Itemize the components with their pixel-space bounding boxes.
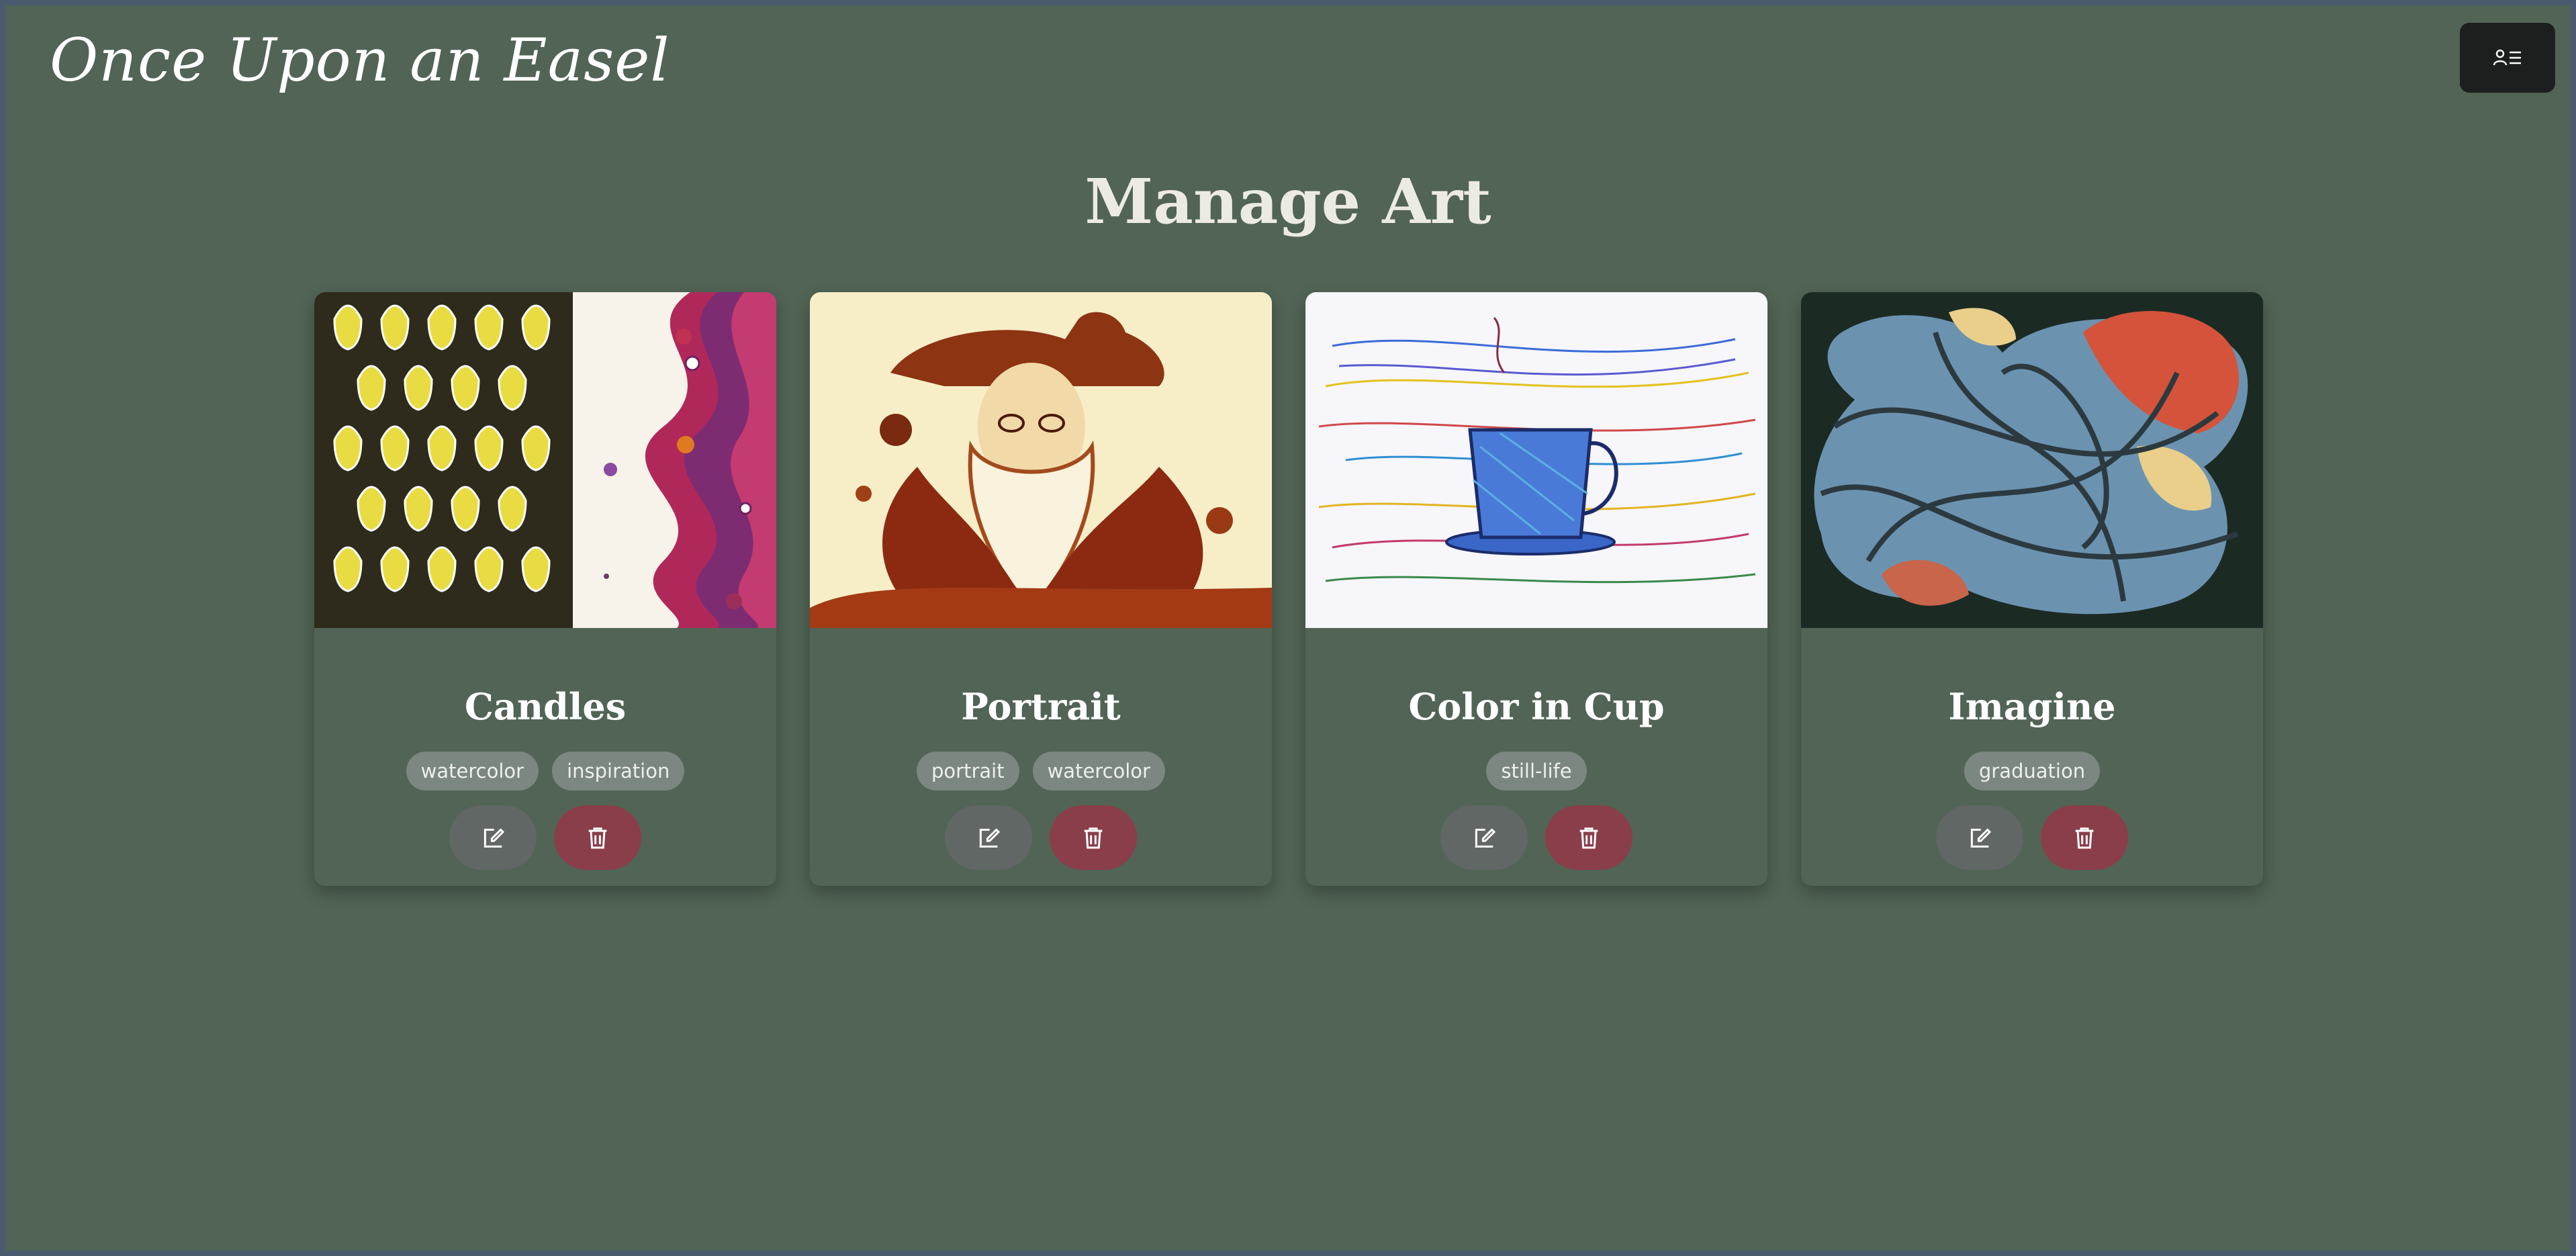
card-title: Imagine <box>1948 685 2116 728</box>
card-actions <box>1305 805 1767 870</box>
edit-icon <box>484 828 505 848</box>
delete-button[interactable] <box>2041 805 2128 870</box>
tag[interactable]: inspiration <box>552 752 685 791</box>
edit-icon <box>1970 828 1992 848</box>
art-card: Imagine graduation <box>1801 292 2263 886</box>
card-actions <box>1801 805 2263 870</box>
edit-button[interactable] <box>1936 805 2023 870</box>
tag-list: still-life <box>1305 752 1767 791</box>
edit-button[interactable] <box>1440 805 1528 870</box>
art-card: Color in Cup still-life <box>1305 292 1767 886</box>
card-actions <box>810 805 1272 870</box>
color-in-cup-artwork-image[interactable] <box>1305 292 1767 628</box>
tag-list: graduation <box>1801 752 2263 791</box>
tag[interactable]: graduation <box>1964 752 2101 791</box>
tag[interactable]: watercolor <box>406 752 539 791</box>
app-frame: Once Upon an Easel Manage Art Candles wa… <box>5 5 2571 1251</box>
delete-button[interactable] <box>1050 805 1137 870</box>
art-card: Candles watercolor inspiration <box>314 292 776 886</box>
art-card: Portrait portrait watercolor <box>810 292 1272 886</box>
imagine-artwork-image[interactable] <box>1801 292 2263 628</box>
tag[interactable]: watercolor <box>1032 752 1165 791</box>
trash-icon <box>2075 827 2094 849</box>
tag-list: watercolor inspiration <box>314 752 776 791</box>
card-actions <box>314 805 776 870</box>
card-title: Candles <box>464 685 627 728</box>
tag[interactable]: still-life <box>1486 752 1587 791</box>
page-title: Manage Art <box>1085 165 1491 238</box>
card-title: Color in Cup <box>1408 685 1665 728</box>
user-menu-icon <box>2493 49 2521 66</box>
portrait-artwork-image[interactable] <box>810 292 1272 628</box>
delete-button[interactable] <box>1545 805 1632 870</box>
brand-logo[interactable]: Once Upon an Easel <box>50 26 670 95</box>
candles-artwork-image[interactable] <box>314 292 776 628</box>
tag[interactable]: portrait <box>917 752 1019 791</box>
trash-icon <box>1084 827 1103 849</box>
edit-icon <box>1475 828 1496 848</box>
user-menu-button[interactable] <box>2460 23 2555 93</box>
tag-list: portrait watercolor <box>810 752 1272 791</box>
edit-button[interactable] <box>945 805 1032 870</box>
delete-button[interactable] <box>554 805 641 870</box>
trash-icon <box>1579 827 1598 849</box>
trash-icon <box>588 827 607 849</box>
card-title: Portrait <box>961 685 1121 728</box>
edit-button[interactable] <box>449 805 537 870</box>
edit-icon <box>979 828 1001 848</box>
